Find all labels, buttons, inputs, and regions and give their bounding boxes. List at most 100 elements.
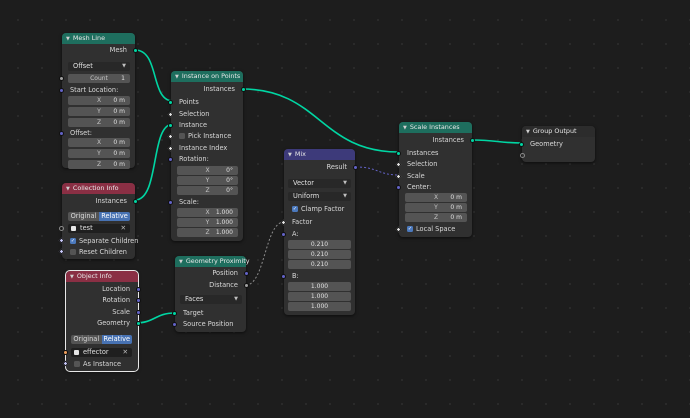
start-z-field[interactable]: Z0 m [68, 118, 130, 127]
mesh-line-mode-dropdown[interactable]: Offset ▼ [68, 62, 130, 71]
collapse-chevron-icon[interactable]: ▼ [403, 123, 407, 134]
count-socket[interactable] [59, 76, 64, 81]
points-socket[interactable] [168, 100, 173, 105]
rotation-y-field[interactable]: Y 0° [177, 176, 238, 185]
relative-option[interactable]: Relative [101, 335, 132, 344]
checkbox-checked-icon[interactable]: ✓ [292, 205, 298, 212]
clear-icon[interactable]: ✕ [122, 348, 128, 357]
transform-space-toggle[interactable]: Original Relative [71, 335, 132, 344]
a-y-field[interactable]: 0.210 [288, 250, 351, 259]
offset-socket[interactable] [59, 131, 64, 136]
factor-mode-dropdown[interactable]: Uniform ▼ [288, 192, 351, 201]
object-socket[interactable] [63, 350, 68, 355]
group-output-header[interactable]: ▼ Group Output [522, 126, 595, 137]
target-socket[interactable] [172, 311, 177, 316]
b-x-field[interactable]: 1.000 [288, 282, 351, 291]
mix-node[interactable]: ▼ Mix Result Vector ▼ Uniform ▼ ✓ Clamp Fact… [280, 149, 358, 315]
instance-socket[interactable] [168, 123, 173, 128]
mesh-line-header[interactable]: ▼ Mesh Line [62, 33, 135, 44]
object-field[interactable]: effector ✕ [71, 348, 132, 357]
local-space-row[interactable]: ✓ Local Space [399, 224, 472, 234]
collection-info-node[interactable]: ▼ Collection Info Instances Original Relat… [58, 183, 138, 259]
center-x-field[interactable]: X0 m [405, 193, 467, 202]
a-socket[interactable] [281, 232, 286, 237]
b-z-field[interactable]: 1.000 [288, 302, 351, 311]
collapse-chevron-icon[interactable]: ▼ [288, 150, 292, 161]
distance-socket[interactable] [244, 283, 249, 288]
rotation-z-field[interactable]: Z 0° [177, 186, 238, 195]
geometry-input-socket[interactable] [519, 142, 524, 147]
collapse-chevron-icon[interactable]: ▼ [175, 72, 179, 83]
geometry-proximity-header[interactable]: ▼ Geometry Proximity [175, 256, 250, 268]
original-option[interactable]: Original [68, 212, 99, 221]
relative-option[interactable]: Relative [99, 212, 130, 221]
scale-socket[interactable] [136, 310, 141, 315]
group-output-node[interactable]: ▼ Group Output Geometry [519, 126, 595, 162]
scale-x-field[interactable]: X 1.000 [177, 208, 238, 217]
start-location-socket[interactable] [59, 88, 64, 93]
empty-input-socket[interactable] [520, 153, 525, 158]
geometry-socket[interactable] [136, 321, 141, 326]
source-position-socket[interactable] [172, 322, 177, 327]
offset-y-field[interactable]: Y0 m [68, 149, 130, 158]
scale-instances-header[interactable]: ▼ Scale Instances [399, 122, 472, 133]
location-socket[interactable] [136, 287, 141, 292]
b-y-field[interactable]: 1.000 [288, 292, 351, 301]
checkbox-icon[interactable] [70, 248, 76, 255]
collapse-chevron-icon[interactable]: ▼ [70, 272, 74, 283]
scale-instances-output-socket[interactable] [470, 138, 475, 143]
result-socket[interactable] [353, 165, 358, 170]
original-option[interactable]: Original [71, 335, 102, 344]
position-socket[interactable] [244, 271, 249, 276]
scale-socket[interactable] [168, 200, 173, 205]
center-z-field[interactable]: Z0 m [405, 213, 467, 222]
instance-on-points-node[interactable]: ▼ Instance on Points Instances Points Sel… [167, 71, 246, 241]
rotation-socket[interactable] [168, 157, 173, 162]
a-x-field[interactable]: 0.210 [288, 240, 351, 249]
instances-input-socket[interactable] [396, 151, 401, 156]
rotation-x-field[interactable]: X 0° [177, 166, 238, 175]
checkbox-checked-icon[interactable]: ✓ [70, 237, 76, 244]
checkbox-checked-icon[interactable]: ✓ [407, 225, 413, 232]
b-socket[interactable] [281, 274, 286, 279]
collection-socket[interactable] [59, 226, 64, 231]
collapse-chevron-icon[interactable]: ▼ [179, 257, 183, 268]
mix-header[interactable]: ▼ Mix [284, 149, 355, 160]
clear-icon[interactable]: ✕ [120, 224, 126, 233]
checkbox-icon[interactable] [74, 360, 80, 367]
offset-z-field[interactable]: Z0 m [68, 160, 130, 169]
geometry-proximity-node[interactable]: ▼ Geometry Proximity Position Distance Fa… [172, 256, 250, 332]
start-y-field[interactable]: Y0 m [68, 107, 130, 116]
scale-instances-node[interactable]: ▼ Scale Instances Instances Instances Sel… [395, 122, 475, 237]
instances-output-socket[interactable] [241, 87, 246, 92]
scale-z-field[interactable]: Z 1.000 [177, 228, 238, 237]
scale-y-field[interactable]: Y 1.000 [177, 218, 238, 227]
object-info-header[interactable]: ▼ Object Info [66, 271, 138, 282]
collection-info-header[interactable]: ▼ Collection Info [62, 183, 135, 194]
collapse-chevron-icon[interactable]: ▼ [66, 34, 70, 45]
center-y-field[interactable]: Y0 m [405, 203, 467, 212]
start-x-field[interactable]: X0 m [68, 96, 130, 105]
checkbox-icon[interactable] [179, 132, 185, 139]
instance-on-points-header[interactable]: ▼ Instance on Points [171, 71, 243, 82]
collection-instances-socket[interactable] [133, 199, 138, 204]
clamp-factor-row[interactable]: ✓ Clamp Factor [284, 204, 355, 214]
reset-children-row[interactable]: Reset Children [62, 247, 135, 257]
mesh-line-node[interactable]: ▼ Mesh Line Mesh Offset ▼ Count 1 Start Loc… [59, 33, 138, 169]
object-info-node[interactable]: ▼ Object Info Location Rotation Scale Geo… [62, 270, 141, 372]
center-socket[interactable] [396, 185, 401, 190]
a-z-field[interactable]: 0.210 [288, 260, 351, 269]
proximity-mode-dropdown[interactable]: Faces ▼ [180, 295, 242, 304]
collection-field[interactable]: test ✕ [68, 224, 130, 233]
offset-x-field[interactable]: X0 m [68, 138, 130, 147]
separate-children-row[interactable]: ✓ Separate Children [62, 236, 138, 246]
data-type-dropdown[interactable]: Vector ▼ [288, 179, 351, 188]
count-field[interactable]: Count 1 [68, 74, 130, 83]
collapse-chevron-icon[interactable]: ▼ [526, 127, 530, 138]
collapse-chevron-icon[interactable]: ▼ [66, 184, 70, 195]
transform-space-toggle[interactable]: Original Relative [68, 212, 130, 221]
as-instance-row[interactable]: As Instance [66, 359, 138, 369]
rotation-socket[interactable] [136, 298, 141, 303]
pick-instance-row[interactable]: Pick Instance [171, 131, 243, 141]
mesh-output-socket[interactable] [133, 48, 138, 53]
